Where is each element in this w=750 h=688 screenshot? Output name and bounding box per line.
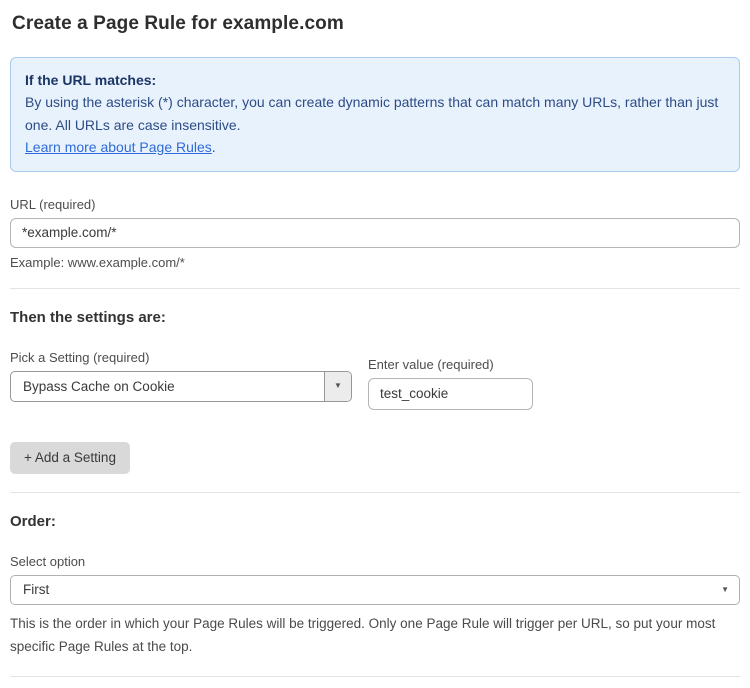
order-section-heading: Order: bbox=[10, 513, 740, 530]
setting-select[interactable]: Bypass Cache on Cookie ▼ bbox=[10, 371, 352, 402]
info-box-body: By using the asterisk (*) character, you… bbox=[25, 94, 718, 132]
setting-row: Pick a Setting (required) Bypass Cache o… bbox=[10, 350, 740, 410]
setting-select-arrow-button[interactable]: ▼ bbox=[324, 372, 351, 401]
page-title: Create a Page Rule for example.com bbox=[12, 13, 738, 35]
url-input[interactable] bbox=[10, 218, 740, 248]
pick-setting-label: Pick a Setting (required) bbox=[10, 350, 352, 365]
order-help-text: This is the order in which your Page Rul… bbox=[10, 613, 732, 658]
info-box-heading: If the URL matches: bbox=[25, 69, 725, 91]
settings-section-heading: Then the settings are: bbox=[10, 309, 740, 326]
caret-down-icon: ▼ bbox=[334, 382, 342, 390]
setting-value-input[interactable] bbox=[368, 378, 533, 410]
setting-select-value: Bypass Cache on Cookie bbox=[11, 372, 324, 401]
order-select-wrap: First ▼ bbox=[10, 575, 740, 605]
enter-value-column: Enter value (required) bbox=[368, 350, 533, 410]
order-select-value: First bbox=[23, 582, 49, 597]
learn-more-link[interactable]: Learn more about Page Rules bbox=[25, 139, 212, 155]
divider bbox=[10, 676, 740, 677]
divider bbox=[10, 288, 740, 289]
url-field-label: URL (required) bbox=[10, 197, 740, 212]
create-page-rule-panel: Create a Page Rule for example.com If th… bbox=[0, 0, 750, 688]
pick-setting-column: Pick a Setting (required) Bypass Cache o… bbox=[10, 350, 352, 402]
add-setting-button[interactable]: + Add a Setting bbox=[10, 442, 130, 475]
link-period: . bbox=[212, 139, 216, 155]
order-select-label: Select option bbox=[10, 554, 740, 569]
url-match-info-box: If the URL matches: By using the asteris… bbox=[10, 57, 740, 172]
url-example-hint: Example: www.example.com/* bbox=[10, 255, 740, 270]
caret-down-icon: ▼ bbox=[721, 586, 729, 594]
order-select[interactable]: First ▼ bbox=[10, 575, 740, 605]
enter-value-label: Enter value (required) bbox=[368, 357, 533, 372]
divider bbox=[10, 492, 740, 493]
